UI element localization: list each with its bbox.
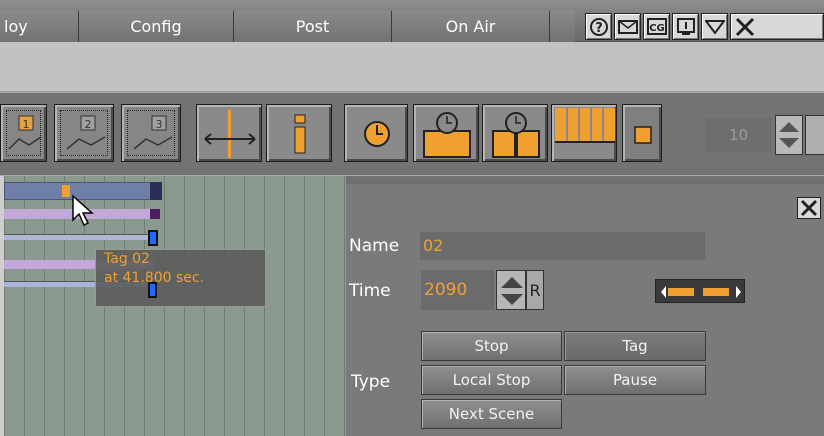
tag-nav-buttons <box>655 279 745 303</box>
track-1-marker[interactable] <box>62 185 70 197</box>
prev-tag-button[interactable] <box>661 286 694 298</box>
mail-icon[interactable] <box>614 13 641 40</box>
panel-close-icon[interactable] <box>797 197 821 219</box>
reset-button-partial[interactable] <box>805 115 824 155</box>
close-icon[interactable] <box>730 13 824 40</box>
info-button[interactable] <box>266 104 332 162</box>
menu-on-air[interactable]: On Air <box>391 11 549 42</box>
number-spinner[interactable] <box>775 115 803 155</box>
tooltip-line-1: Tag 02 <box>104 251 150 267</box>
tag-properties-panel <box>346 183 824 436</box>
name-field[interactable]: 02 <box>420 232 705 260</box>
menu-bar: loy Config Post On Air ? CG <box>0 0 824 42</box>
tag-marker[interactable] <box>148 230 158 246</box>
clock-split-button[interactable] <box>482 104 548 162</box>
tag-marker-2[interactable] <box>148 282 157 298</box>
dropdown-icon[interactable] <box>701 13 728 40</box>
layer-3-button[interactable]: 3 <box>121 104 181 162</box>
tag-tooltip: Tag 02 at 41.800 sec. <box>95 249 266 307</box>
svg-text:?: ? <box>595 21 603 36</box>
time-field[interactable]: 2090 <box>421 270 494 310</box>
sub-toolbar-band <box>0 42 824 92</box>
menu-spacer <box>549 11 575 42</box>
time-label: Time <box>349 281 391 301</box>
track-3[interactable] <box>4 234 154 240</box>
layer-3-label: 3 <box>156 118 163 131</box>
type-stop-button[interactable]: Stop <box>421 331 562 361</box>
type-label: Type <box>351 372 391 392</box>
menu-deploy[interactable]: loy <box>0 11 78 42</box>
layer-1-button[interactable]: 1 <box>0 104 47 162</box>
info-icon[interactable] <box>672 13 699 40</box>
layer-2-label: 2 <box>85 118 92 131</box>
next-tag-button[interactable] <box>703 286 741 298</box>
clock-container-button[interactable] <box>413 104 479 162</box>
track-2-end <box>150 209 160 219</box>
type-pause-button[interactable]: Pause <box>564 365 706 395</box>
layer-2-button[interactable]: 2 <box>54 104 114 162</box>
time-reset-button[interactable]: R <box>526 270 544 310</box>
track-1-end <box>150 182 162 200</box>
grid-button[interactable] <box>551 104 617 162</box>
type-local-stop-button[interactable]: Local Stop <box>421 365 562 395</box>
type-tag-button[interactable]: Tag <box>564 331 706 361</box>
mouse-cursor-icon <box>72 194 94 227</box>
time-spinner[interactable] <box>496 270 526 310</box>
name-label: Name <box>349 236 400 256</box>
stretch-button[interactable] <box>196 104 262 162</box>
tooltip-line-2: at 41.800 sec. <box>104 270 205 286</box>
stop-square-button[interactable] <box>622 104 662 162</box>
toolbar: 1 2 3 <box>0 93 824 175</box>
help-icon[interactable]: ? <box>585 13 612 40</box>
layer-1-label: 1 <box>23 118 30 131</box>
svg-text:CG: CG <box>649 23 665 34</box>
menu-post[interactable]: Post <box>233 11 391 42</box>
cg-icon[interactable]: CG <box>643 13 670 40</box>
type-next-scene-button[interactable]: Next Scene <box>421 399 562 429</box>
menu-config[interactable]: Config <box>78 11 233 42</box>
number-field[interactable]: 10 <box>705 118 772 152</box>
clock-button[interactable] <box>344 104 408 162</box>
